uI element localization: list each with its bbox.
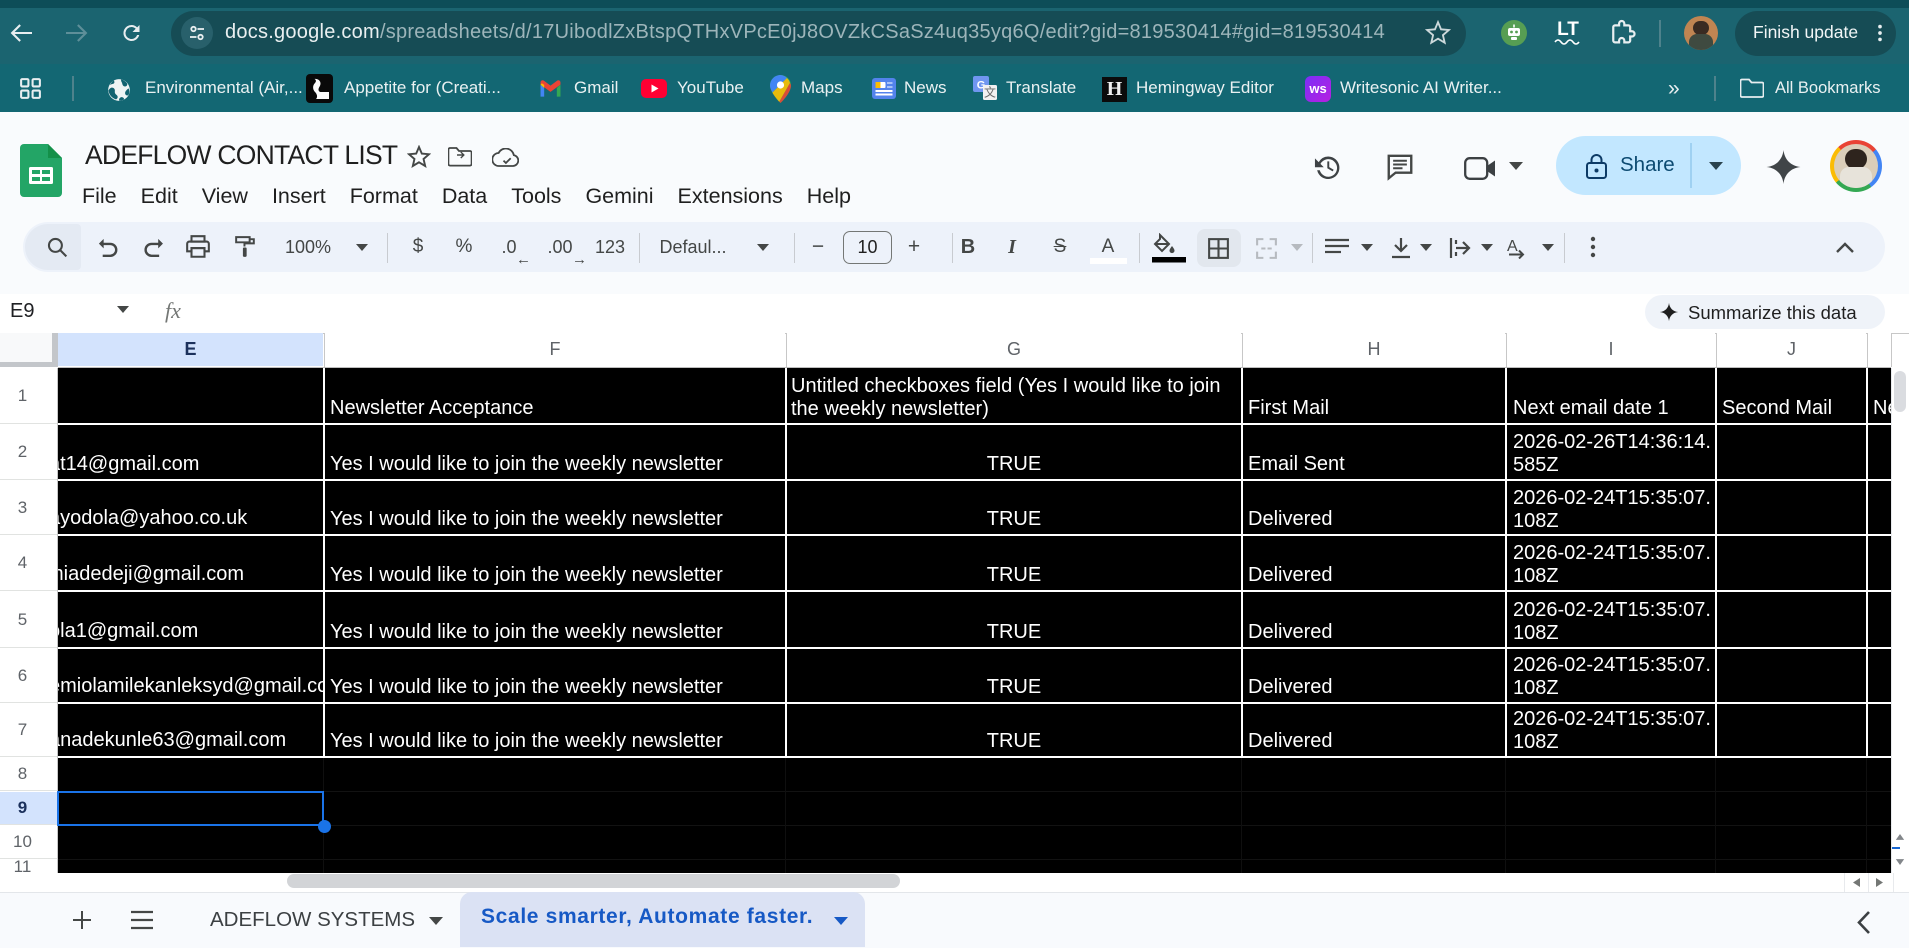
svg-text:文: 文 — [984, 85, 996, 100]
svg-text:A: A — [1507, 238, 1518, 255]
